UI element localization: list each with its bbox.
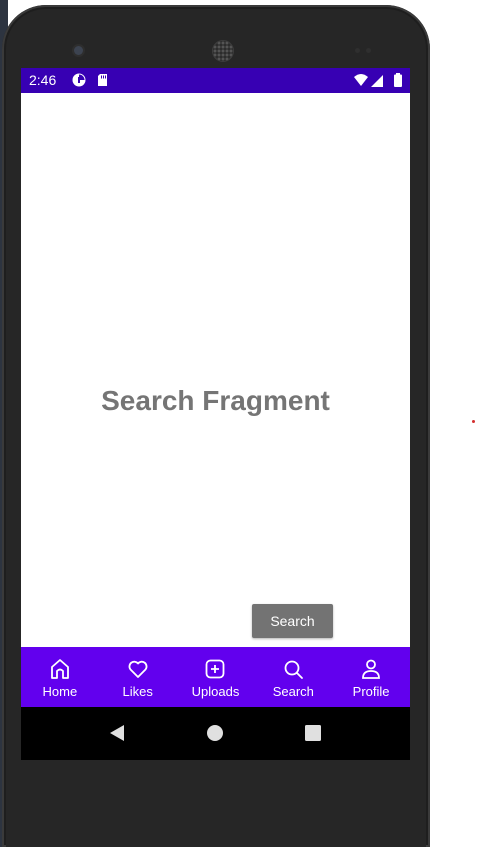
back-icon[interactable]: [107, 723, 127, 743]
search-button[interactable]: Search: [252, 604, 333, 638]
page-title: Search Fragment: [101, 385, 330, 416]
signal-icon: [371, 75, 383, 87]
cursor-marker: [472, 420, 475, 423]
nav-label-profile: Profile: [352, 684, 390, 699]
recents-icon[interactable]: [303, 723, 323, 743]
nav-item-likes[interactable]: Likes: [99, 647, 177, 707]
add-box-icon: [206, 659, 225, 679]
desktop-background-right: [430, 0, 477, 847]
device-screen: 2:46 Search Fragment Search Home Likes U…: [21, 68, 410, 760]
earpiece-speaker: [212, 40, 234, 62]
nav-label-search: Search: [272, 684, 314, 699]
status-time: 2:46: [29, 72, 57, 88]
nav-item-profile[interactable]: Profile: [332, 647, 410, 707]
home-circle-icon[interactable]: [205, 723, 225, 743]
system-navigation-bar: [21, 707, 410, 760]
nav-label-uploads: Uploads: [191, 684, 240, 699]
heart-icon: [128, 660, 148, 678]
search-icon: [284, 660, 304, 679]
sd-card-icon: [98, 74, 107, 86]
nav-label-home: Home: [42, 684, 78, 699]
front-camera: [74, 46, 83, 55]
nav-item-search[interactable]: Search: [254, 647, 332, 707]
bottom-navigation: Home Likes Uploads Search Profile: [21, 647, 410, 707]
proximity-sensor: [355, 48, 360, 53]
light-sensor: [366, 48, 371, 53]
wifi-icon: [354, 74, 368, 86]
person-icon: [362, 659, 380, 679]
nav-item-uploads[interactable]: Uploads: [177, 647, 255, 707]
nav-item-home[interactable]: Home: [21, 647, 99, 707]
status-bar: 2:46: [21, 68, 410, 93]
home-icon: [50, 659, 69, 679]
nav-label-likes: Likes: [122, 684, 153, 699]
data-saver-icon: [72, 73, 86, 87]
battery-icon: [394, 73, 402, 87]
